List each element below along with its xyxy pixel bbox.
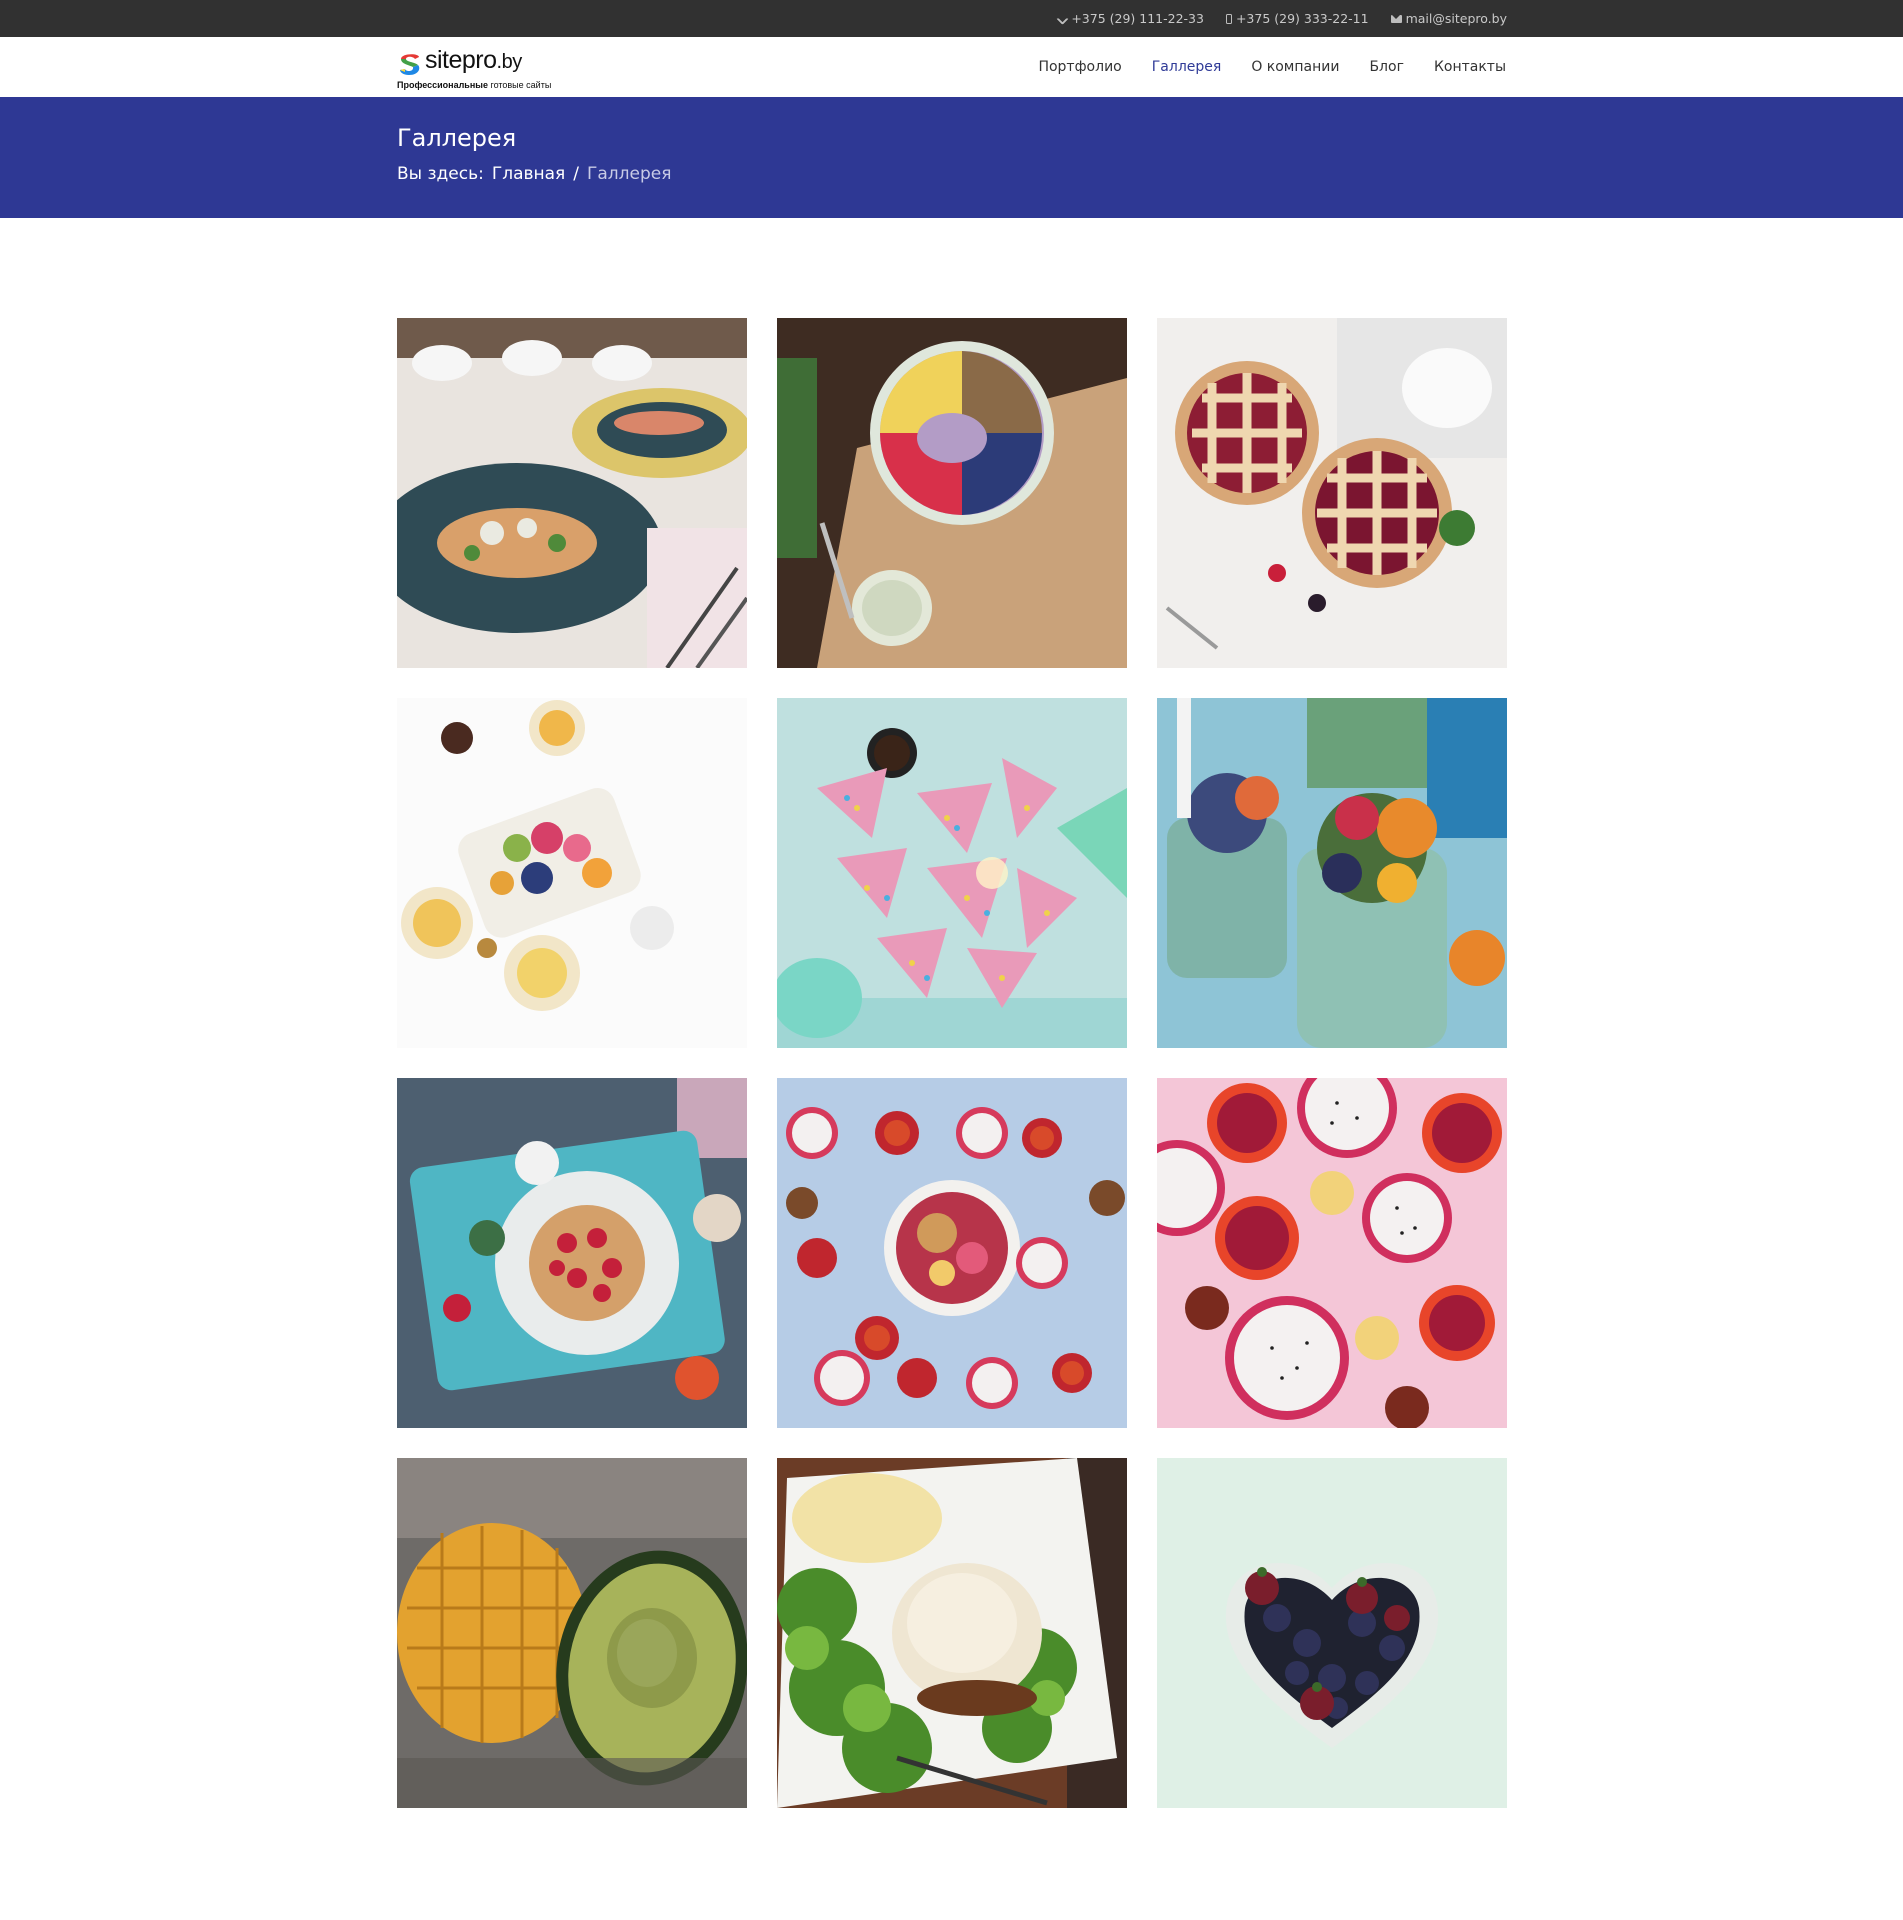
breadcrumb-separator: / <box>573 164 580 184</box>
nav-item-about[interactable]: О компании <box>1251 59 1339 75</box>
mobile-contact[interactable]: +375 (29) 333-22-11 <box>1225 11 1369 26</box>
phone-number-2: +375 (29) 333-22-11 <box>1235 11 1369 26</box>
breadcrumb: Вы здесь: Главная / Галлерея <box>397 164 671 184</box>
nav-item-portfolio[interactable]: Портфолио <box>1038 59 1121 75</box>
gallery-item[interactable] <box>1157 1458 1507 1808</box>
logo-tagline-bold: Профессиональные <box>397 80 488 90</box>
gallery-item[interactable] <box>777 318 1127 668</box>
contact-list: +375 (29) 111-22-33 +375 (29) 333-22-11 … <box>1056 0 1507 37</box>
sprinkle-cake-photo <box>777 698 1127 1048</box>
gallery-item[interactable] <box>1157 698 1507 1048</box>
gallery-grid <box>397 318 1507 1808</box>
mango-avocado-photo <box>397 1458 747 1808</box>
berry-pies-photo <box>1157 318 1507 668</box>
gallery-item[interactable] <box>397 1078 747 1428</box>
email-contact[interactable]: mail@sitepro.by <box>1390 11 1507 26</box>
breadcrumb-current: Галлерея <box>587 164 672 184</box>
logo-domain: .by <box>496 51 523 73</box>
gallery-item[interactable] <box>777 1458 1127 1808</box>
fruit-parfait-photo <box>1157 698 1507 1048</box>
gallery-item[interactable] <box>1157 318 1507 668</box>
gallery-item[interactable] <box>1157 1078 1507 1428</box>
logo-mark-icon <box>400 54 420 75</box>
email-address: mail@sitepro.by <box>1405 11 1507 26</box>
phone-number-1: +375 (29) 111-22-33 <box>1071 11 1204 26</box>
site-header: sitepro.by Профессиональные готовые сайт… <box>0 37 1903 97</box>
fruit-platter-photo <box>397 698 747 1048</box>
gallery-item[interactable] <box>397 318 747 668</box>
nav-item-gallery[interactable]: Галлерея <box>1152 59 1222 75</box>
pancake-tray-photo <box>397 1078 747 1428</box>
heart-berries-photo <box>1157 1458 1507 1808</box>
dragonfruit-bowl-photo <box>777 1078 1127 1428</box>
top-contact-bar: +375 (29) 111-22-33 +375 (29) 333-22-11 … <box>0 0 1903 37</box>
gallery-item[interactable] <box>777 1078 1127 1428</box>
main-nav: Портфолио Галлерея О компании Блог Конта… <box>1038 37 1506 97</box>
mobile-icon <box>1225 13 1232 24</box>
smoothie-bowl-photo <box>777 318 1127 668</box>
envelope-icon <box>1390 14 1402 23</box>
breadcrumb-home-link[interactable]: Главная <box>492 164 565 184</box>
gallery-item[interactable] <box>777 698 1127 1048</box>
page-title-banner: Галлерея Вы здесь: Главная / Галлерея <box>0 97 1903 218</box>
logo-site-name: sitepro <box>425 46 497 74</box>
site-logo[interactable]: sitepro.by Профессиональные готовые сайт… <box>397 44 567 92</box>
phone-icon <box>1056 12 1070 25</box>
logo-tagline: Профессиональные готовые сайты <box>397 80 551 90</box>
breadcrumb-prefix: Вы здесь: <box>397 164 484 184</box>
nav-item-blog[interactable]: Блог <box>1369 59 1403 75</box>
logo-wordmark: sitepro.by <box>425 46 522 75</box>
page-title: Галлерея <box>397 124 517 152</box>
phone-contact[interactable]: +375 (29) 111-22-33 <box>1056 11 1204 26</box>
burger-salad-photo <box>777 1458 1127 1808</box>
gallery-item[interactable] <box>397 698 747 1048</box>
nav-item-contacts[interactable]: Контакты <box>1434 59 1506 75</box>
gallery-item[interactable] <box>397 1458 747 1808</box>
salad-plates-photo <box>397 318 747 668</box>
citrus-dragonfruit-photo <box>1157 1078 1507 1428</box>
logo-tagline-rest: готовые сайты <box>490 80 552 90</box>
